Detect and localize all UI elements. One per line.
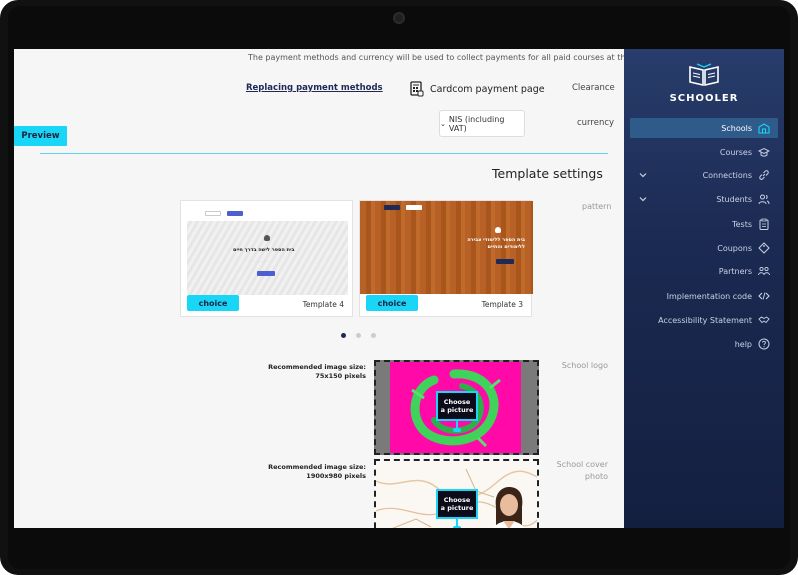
open-book-icon <box>689 63 719 87</box>
sidebar-item-students[interactable]: Students <box>630 189 778 209</box>
school-logo-upload[interactable]: Choose a picture <box>374 360 539 455</box>
cardcom-icon <box>410 81 424 97</box>
graduation-cap-icon <box>758 147 770 157</box>
chevron-down-icon: ⌄ <box>440 119 446 128</box>
template-3-thumbnail: בית הספר ללימודי צבירה ללימודים והחיים <box>360 201 533 294</box>
sidebar-item-implementation-code[interactable]: Implementation code <box>630 286 778 306</box>
cardcom-label: Cardcom payment page <box>430 83 545 95</box>
template-settings-title: Template settings <box>492 166 603 181</box>
app-screen: The payment methods and currency will be… <box>14 49 784 528</box>
choice-button-template-4[interactable]: choice <box>187 295 239 311</box>
tag-icon <box>758 242 770 254</box>
partners-icon <box>758 266 770 276</box>
question-circle-icon <box>758 338 770 350</box>
template-4-thumbnail: בית הספר לישה בדרך חיים · · · · · · · · … <box>187 207 348 295</box>
school-building-icon <box>758 123 770 134</box>
currency-value: NIS (including VAT) <box>448 114 505 133</box>
template-card-4: בית הספר לישה בדרך חיים · · · · · · · · … <box>180 200 353 317</box>
link-icon <box>759 170 769 180</box>
cover-person-image <box>493 487 525 528</box>
sidebar-item-partners[interactable]: Partners <box>630 261 778 281</box>
sidebar-item-courses[interactable]: Courses <box>630 142 778 162</box>
tablet-frame: The payment methods and currency will be… <box>0 0 798 575</box>
payment-info-text: The payment methods and currency will be… <box>248 53 624 62</box>
sidebar-item-tests[interactable]: Tests <box>630 214 778 234</box>
template-3-headline: בית הספר ללימודי צבירה ללימודים והחיים <box>467 237 525 250</box>
template-3-logo-icon <box>495 227 501 233</box>
front-camera <box>393 12 405 24</box>
sidebar-item-connections[interactable]: Connections <box>630 165 778 185</box>
carousel-dot-2[interactable] <box>356 333 361 338</box>
code-icon <box>758 292 770 300</box>
template-4-logo-icon <box>264 235 270 241</box>
carousel-dot-3[interactable] <box>371 333 376 338</box>
carousel-dot-1[interactable] <box>341 333 346 338</box>
logo-recommended-size: Recommended image size: 75x150 pixels <box>268 363 366 380</box>
handshake-icon <box>758 316 770 324</box>
chevron-down-icon[interactable] <box>638 194 648 204</box>
school-logo-label: School logo <box>561 361 608 370</box>
currency-label: currency <box>577 118 615 128</box>
main-content: The payment methods and currency will be… <box>14 49 624 528</box>
clearance-label: Clearance <box>572 83 615 93</box>
school-cover-upload[interactable]: Choose a picture <box>374 459 539 528</box>
preview-button[interactable]: Preview <box>14 126 67 146</box>
sidebar-item-accessibility-statement[interactable]: Accessibility Statement <box>630 310 778 330</box>
replacing-payment-methods-link[interactable]: Replacing payment methods <box>246 83 383 93</box>
sidebar-item-coupons[interactable]: Coupons <box>630 238 778 258</box>
pattern-label: pattern <box>582 202 612 211</box>
template-3-name: Template 3 <box>481 300 523 309</box>
brand-name: SCHOOLER <box>669 93 739 104</box>
sidebar-item-schools[interactable]: Schools <box>630 118 778 138</box>
chevron-down-icon[interactable] <box>638 170 648 180</box>
sidebar-item-help[interactable]: help <box>630 334 778 354</box>
school-cover-label: School cover photo <box>556 460 608 481</box>
choose-cover-picture-button[interactable]: Choose a picture <box>436 489 478 519</box>
choose-logo-picture-button[interactable]: Choose a picture <box>436 391 478 421</box>
template-4-headline: בית הספר לישה בדרך חיים <box>233 247 295 253</box>
template-card-3: בית הספר ללימודי צבירה ללימודים והחיים c… <box>359 200 533 317</box>
carousel-pagination <box>341 333 376 338</box>
sidebar: SCHOOLER Schools Courses Connections Stu… <box>624 49 784 528</box>
choice-button-template-3[interactable]: choice <box>366 295 418 311</box>
cover-recommended-size: Recommended image size: 1900x980 pixels <box>268 463 366 480</box>
clipboard-icon <box>759 218 769 230</box>
currency-select[interactable]: ⌄ NIS (including VAT) <box>439 110 525 137</box>
section-divider <box>40 153 608 154</box>
template-4-name: Template 4 <box>302 300 344 309</box>
brand-logo[interactable]: SCHOOLER <box>624 61 784 104</box>
users-icon <box>758 194 770 205</box>
cardcom-payment-option[interactable]: Cardcom payment page <box>410 81 545 97</box>
